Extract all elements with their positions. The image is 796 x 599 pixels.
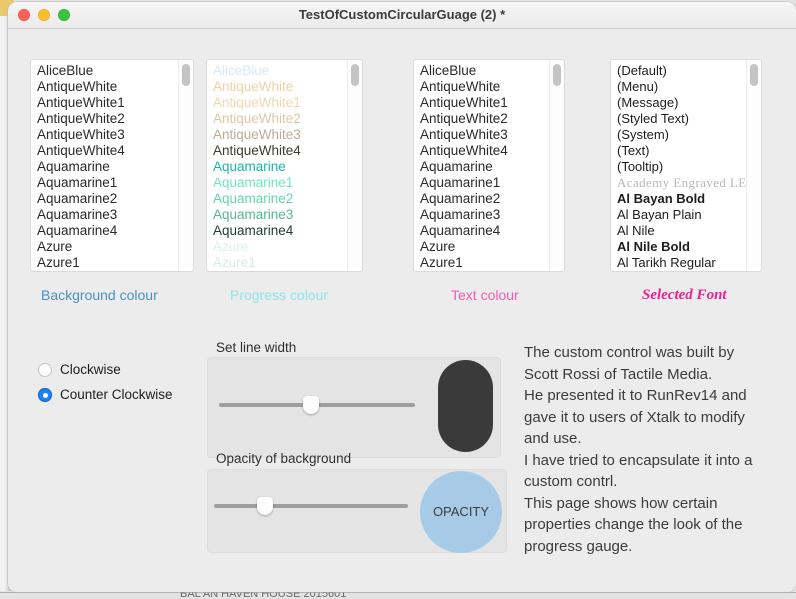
list-item[interactable]: AntiqueWhite2: [420, 111, 550, 127]
list-item[interactable]: Aquamarine1: [37, 175, 179, 191]
list-item[interactable]: Aquamarine3: [37, 207, 179, 223]
list-item[interactable]: Azure: [37, 239, 179, 255]
list-item[interactable]: (Text): [617, 143, 747, 159]
list-item[interactable]: Azure1: [213, 255, 348, 271]
radio-counter-clockwise[interactable]: Counter Clockwise: [38, 387, 173, 402]
window-content: AliceBlue AntiqueWhite AntiqueWhite1 Antiqu…: [8, 29, 796, 592]
screen: BAL AN HAVEN HOUSE 2015601 TestOfCustomC…: [0, 0, 796, 599]
list-item[interactable]: AntiqueWhite3: [37, 127, 179, 143]
list-item[interactable]: Al Nile Bold: [617, 239, 747, 255]
opacity-slider-knob[interactable]: [257, 497, 273, 515]
list-item[interactable]: Aquamarine1: [420, 175, 550, 191]
font-list-items[interactable]: (Default) (Menu) (Message) (Styled Text) (Sy…: [611, 60, 747, 271]
list-item[interactable]: Aquamarine3: [420, 207, 550, 223]
list-item[interactable]: AntiqueWhite4: [213, 143, 348, 159]
description-text: The custom control was built by Scott Ro…: [524, 344, 753, 555]
background-colour-list[interactable]: AliceBlue AntiqueWhite AntiqueWhite1 Antiqu…: [30, 59, 194, 272]
progress-colour-list[interactable]: AliceBlue AntiqueWhite AntiqueWhite1 Antiqu…: [206, 59, 363, 272]
list-item[interactable]: AntiqueWhite: [37, 79, 179, 95]
text-colour-label: Text colour: [451, 287, 519, 303]
list-item[interactable]: Aquamarine4: [420, 223, 550, 239]
list-item[interactable]: Azure: [420, 239, 550, 255]
list-item[interactable]: AntiqueWhite2: [37, 111, 179, 127]
line-width-preview: [438, 360, 493, 452]
progress-colour-label: Progress colour: [230, 287, 329, 303]
list-item[interactable]: Aquamarine: [213, 159, 348, 175]
list-item[interactable]: (Menu): [617, 79, 747, 95]
line-width-slider-knob[interactable]: [303, 396, 319, 414]
list-item[interactable]: AntiqueWhite1: [213, 95, 348, 111]
radio-counter-clockwise-label: Counter Clockwise: [60, 387, 173, 402]
list-item[interactable]: AntiqueWhite4: [37, 143, 179, 159]
scrollbar-thumb[interactable]: [553, 64, 561, 86]
opacity-label: Opacity of background: [216, 451, 352, 466]
list-item[interactable]: Aquamarine: [420, 159, 550, 175]
list-item[interactable]: AntiqueWhite1: [420, 95, 550, 111]
list-item[interactable]: (Tooltip): [617, 159, 747, 175]
line-width-label: Set line width: [216, 340, 297, 355]
selected-font-label: Selected Font: [642, 287, 727, 303]
radio-counter-clockwise-indicator[interactable]: [38, 388, 52, 402]
scrollbar-thumb[interactable]: [182, 64, 190, 86]
opacity-slider-track[interactable]: [214, 504, 408, 508]
list-item[interactable]: Al Tarikh Regular: [617, 255, 747, 271]
progress-colour-list-items[interactable]: AliceBlue AntiqueWhite AntiqueWhite1 Antiqu…: [207, 60, 348, 271]
background-colour-list-scrollbar[interactable]: [178, 60, 193, 271]
background-colour-list-items[interactable]: AliceBlue AntiqueWhite AntiqueWhite1 Antiqu…: [31, 60, 179, 271]
list-item[interactable]: Aquamarine1: [213, 175, 348, 191]
list-item[interactable]: Aquamarine2: [213, 191, 348, 207]
list-item[interactable]: Academy Engraved LET: [617, 175, 747, 191]
list-item[interactable]: (Styled Text): [617, 111, 747, 127]
list-item[interactable]: Aquamarine: [37, 159, 179, 175]
radio-clockwise[interactable]: Clockwise: [38, 362, 121, 377]
list-item[interactable]: AntiqueWhite: [213, 79, 348, 95]
list-item[interactable]: Aquamarine4: [37, 223, 179, 239]
list-item[interactable]: AliceBlue: [213, 63, 348, 79]
background-colour-label: Background colour: [41, 287, 158, 303]
list-item[interactable]: AntiqueWhite2: [213, 111, 348, 127]
list-item[interactable]: Al Nile: [617, 223, 747, 239]
window-title: TestOfCustomCircularGuage (2) *: [298, 7, 506, 22]
opacity-preview: OPACITY: [420, 471, 502, 553]
list-item[interactable]: AliceBlue: [420, 63, 550, 79]
list-item[interactable]: (Message): [617, 95, 747, 111]
list-item[interactable]: Al Bayan Plain: [617, 207, 747, 223]
opacity-preview-label: OPACITY: [432, 504, 490, 519]
list-item[interactable]: Aquamarine2: [420, 191, 550, 207]
list-item[interactable]: AntiqueWhite: [420, 79, 550, 95]
list-item[interactable]: Aquamarine3: [213, 207, 348, 223]
font-list[interactable]: (Default) (Menu) (Message) (Styled Text) (Sy…: [610, 59, 762, 272]
list-item[interactable]: (Default): [617, 63, 747, 79]
list-item[interactable]: AntiqueWhite3: [420, 127, 550, 143]
text-colour-list-items[interactable]: AliceBlue AntiqueWhite AntiqueWhite1 Antiqu…: [414, 60, 550, 271]
text-colour-list-scrollbar[interactable]: [549, 60, 564, 271]
list-item[interactable]: AntiqueWhite1: [37, 95, 179, 111]
scrollbar-thumb[interactable]: [351, 64, 359, 86]
list-item[interactable]: AliceBlue: [37, 63, 179, 79]
list-item[interactable]: Azure1: [420, 255, 550, 271]
list-item[interactable]: Al Bayan Bold: [617, 191, 747, 207]
list-item[interactable]: AntiqueWhite4: [420, 143, 550, 159]
scrollbar-thumb[interactable]: [750, 64, 758, 86]
list-item[interactable]: (System): [617, 127, 747, 143]
radio-clockwise-label: Clockwise: [60, 362, 121, 377]
list-item[interactable]: Aquamarine2: [37, 191, 179, 207]
list-item[interactable]: Azure: [213, 239, 348, 255]
radio-clockwise-indicator[interactable]: [38, 363, 52, 377]
main-window: TestOfCustomCircularGuage (2) * AliceBlu…: [8, 2, 796, 592]
text-colour-list[interactable]: AliceBlue AntiqueWhite AntiqueWhite1 Antiqu…: [413, 59, 565, 272]
font-list-scrollbar[interactable]: [746, 60, 761, 271]
list-item[interactable]: AntiqueWhite3: [213, 127, 348, 143]
list-item[interactable]: Azure1: [37, 255, 179, 271]
list-item[interactable]: Aquamarine4: [213, 223, 348, 239]
title-bar[interactable]: TestOfCustomCircularGuage (2) *: [8, 2, 796, 29]
progress-colour-list-scrollbar[interactable]: [347, 60, 362, 271]
